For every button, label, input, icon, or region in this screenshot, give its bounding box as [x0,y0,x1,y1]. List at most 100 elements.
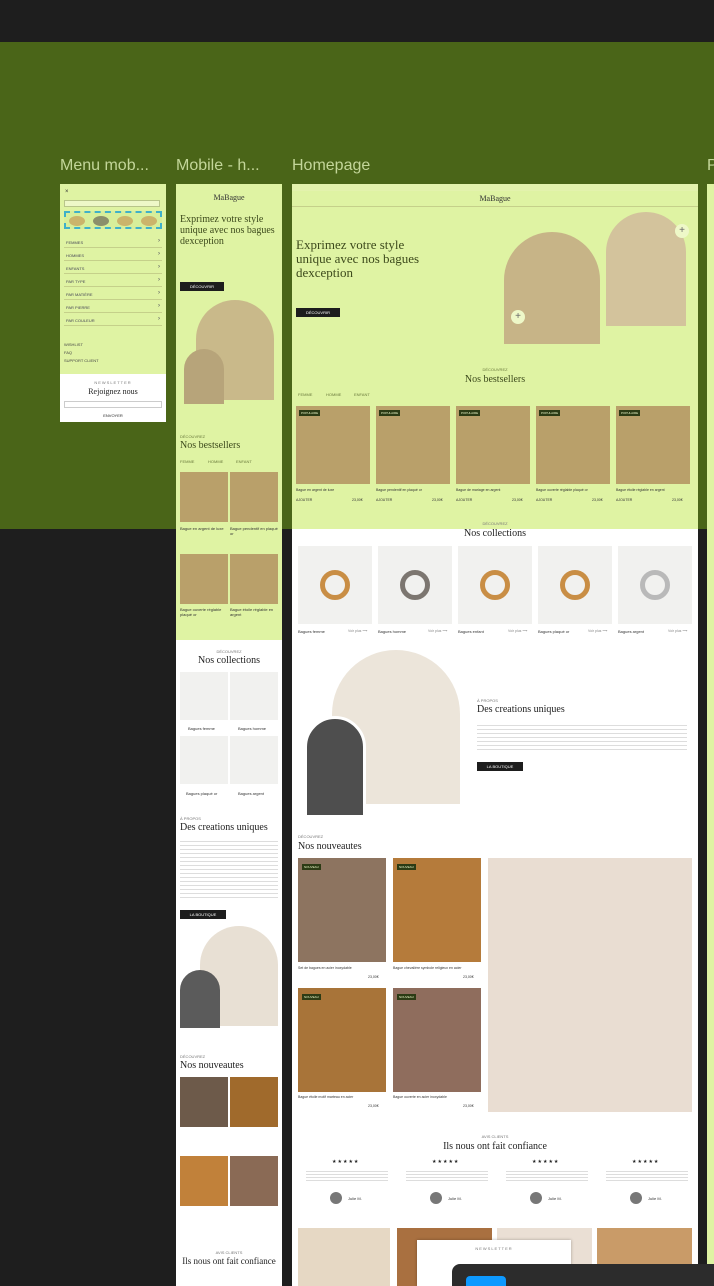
hp-tab-homme[interactable]: HOMME [326,392,341,397]
hp-best-image[interactable] [296,406,370,484]
hp-news-name-4[interactable]: Bague ouverte en acier inoxydable [393,1095,447,1099]
mobile-product-name-2[interactable]: Bague pendentif en plaqué or [230,526,278,536]
category-carousel[interactable] [64,211,162,229]
homepage-logo[interactable]: MaBague [292,194,698,203]
ring-thumb-4[interactable] [141,216,157,226]
mobile-about-cta[interactable]: LA BOUTIQUE [180,910,226,919]
hp-news-image-3[interactable] [298,988,386,1092]
hp-news-name-3[interactable]: Bague étoile motif marteau en acier [298,1095,353,1099]
homepage-hero-cta[interactable]: DÉCOUVRIR [296,308,340,317]
close-icon[interactable]: × [65,189,69,195]
menu-item[interactable]: PAR MATIÈRE › [64,288,162,300]
hp-coll-more-link[interactable]: Voir plus ⟶ [508,629,527,633]
hp-coll-more-link[interactable]: Voir plus ⟶ [588,629,607,633]
hp-coll-more-link[interactable]: Voir plus ⟶ [428,629,447,633]
hp-news-image-4[interactable] [393,988,481,1092]
hp-news-name-1[interactable]: Set de bagues en acier inoxydable [298,966,352,970]
hp-best-add-button[interactable]: AJOUTER [456,498,472,502]
hp-coll-label[interactable]: Bagues femme [298,629,325,634]
mobile-news-image-1[interactable] [180,1077,228,1127]
menu-item[interactable]: ENFANTS › [64,262,162,274]
mobile-product-image-4[interactable] [230,554,278,604]
hp-coll-more-link[interactable]: Voir plus ⟶ [668,629,687,633]
mobile-news-image-4[interactable] [230,1156,278,1206]
menu-item[interactable]: PAR PIERRE › [64,301,162,313]
hp-best-add-button[interactable]: AJOUTER [616,498,632,502]
menu-mobile-frame[interactable]: × FEMMES › HOMMES › ENFANTS › PAR TYPE › PAR MAT… [60,184,166,374]
hp-best-image[interactable] [376,406,450,484]
frame-label-partial[interactable]: P [707,157,714,175]
frame-label-homepage[interactable]: Homepage [292,157,370,175]
hp-news-image-1[interactable] [298,858,386,962]
homepage-frame[interactable]: MaBague Exprimez votre style unique avec… [292,184,698,1286]
hp-best-add-button[interactable]: AJOUTER [376,498,392,502]
hp-best-add-button[interactable]: AJOUTER [296,498,312,502]
hp-coll-card[interactable] [378,546,452,624]
mobile-coll-label-3[interactable]: Bagues plaqué or [186,791,217,796]
mobile-logo[interactable]: MaBague [176,193,282,202]
ring-thumb-1[interactable] [69,216,85,226]
hp-coll-card[interactable] [618,546,692,624]
frame-label-mobile-home[interactable]: Mobile - h... [176,157,260,175]
mobile-coll-label-1[interactable]: Bagues femme [188,726,215,731]
mobile-news-image-3[interactable] [180,1156,228,1206]
mobile-coll-card-2[interactable] [230,672,278,720]
hp-best-add-button[interactable]: AJOUTER [536,498,552,502]
mobile-tab-enfant[interactable]: ENFANT [236,459,252,464]
hp-tab-enfant[interactable]: ENFANT [354,392,370,397]
hp-coll-label[interactable]: Bagues plaqué or [538,629,569,634]
hp-coll-card[interactable] [458,546,532,624]
menu-item[interactable]: FEMMES › [64,236,162,248]
partial-frame[interactable] [707,184,714,1286]
hp-coll-label[interactable]: Bagues homme [378,629,406,634]
bottom-toolbar[interactable] [452,1264,714,1286]
mobile-tab-homme[interactable]: HOMME [208,459,223,464]
hp-best-name[interactable]: Bague étoile réglable en argent [616,488,690,492]
mobile-coll-card-3[interactable] [180,736,228,784]
hp-coll-label[interactable]: Bagues argent [618,629,644,634]
hero-plus-icon-1[interactable]: + [675,224,689,238]
hp-coll-more-link[interactable]: Voir plus ⟶ [348,629,367,633]
menu-link-support[interactable]: SUPPORT CLIENT [64,358,99,363]
ring-thumb-3[interactable] [117,216,133,226]
newsletter-email-input[interactable] [64,401,162,408]
frame-label-menu-mobile[interactable]: Menu mob... [60,157,149,175]
menu-item[interactable]: HOMMES › [64,249,162,261]
hero-plus-icon-2[interactable]: + [511,310,525,324]
hp-news-image-2[interactable] [393,858,481,962]
hp-best-image[interactable] [536,406,610,484]
hp-best-image[interactable] [616,406,690,484]
newsletter-send-button[interactable]: ENVOYER [60,413,166,418]
hp-best-image[interactable] [456,406,530,484]
hp-best-name[interactable]: Bague pendentif en plaqué or [376,488,450,492]
mobile-coll-label-2[interactable]: Bagues homme [238,726,266,731]
menu-item[interactable]: PAR TYPE › [64,275,162,287]
hp-coll-card[interactable] [538,546,612,624]
hp-tab-femme[interactable]: FEMME [298,392,312,397]
hp-coll-label[interactable]: Bagues enfant [458,629,484,634]
hp-best-name[interactable]: Bague en argent de luxe [296,488,370,492]
mobile-coll-card-4[interactable] [230,736,278,784]
toolbar-move-tool[interactable] [466,1276,506,1286]
mobile-product-name-1[interactable]: Bague en argent de luxe [180,526,224,531]
menu-item[interactable]: PAR COULEUR › [64,314,162,326]
mobile-product-name-4[interactable]: Bague étoile réglable en argent [230,607,278,617]
hp-coll-card[interactable] [298,546,372,624]
hp-best-name[interactable]: Bague ouverte réglable plaqué or [536,488,610,492]
mobile-home-frame[interactable]: MaBague Exprimez votre style unique avec… [176,184,282,1286]
menu-link-faq[interactable]: FAQ [64,350,72,355]
mobile-product-image-1[interactable] [180,472,228,522]
ring-thumb-2[interactable] [93,216,109,226]
hp-best-name[interactable]: Bague de mariage en argent [456,488,530,492]
mobile-product-name-3[interactable]: Bague ouverte réglable plaqué or [180,607,228,617]
mobile-product-image-2[interactable] [230,472,278,522]
mobile-coll-card-1[interactable] [180,672,228,720]
mobile-hero-cta[interactable]: DÉCOUVRIR [180,282,224,291]
mobile-news-image-2[interactable] [230,1077,278,1127]
search-input[interactable] [64,200,160,207]
hp-news-name-2[interactable]: Bague chevalière symbole religieux en ac… [393,966,461,970]
hp-about-cta[interactable]: LA BOUTIQUE [477,762,523,771]
mobile-tab-femme[interactable]: FEMME [180,459,194,464]
mobile-coll-label-4[interactable]: Bagues argent [238,791,264,796]
menu-link-wishlist[interactable]: WISHLIST [64,342,83,347]
